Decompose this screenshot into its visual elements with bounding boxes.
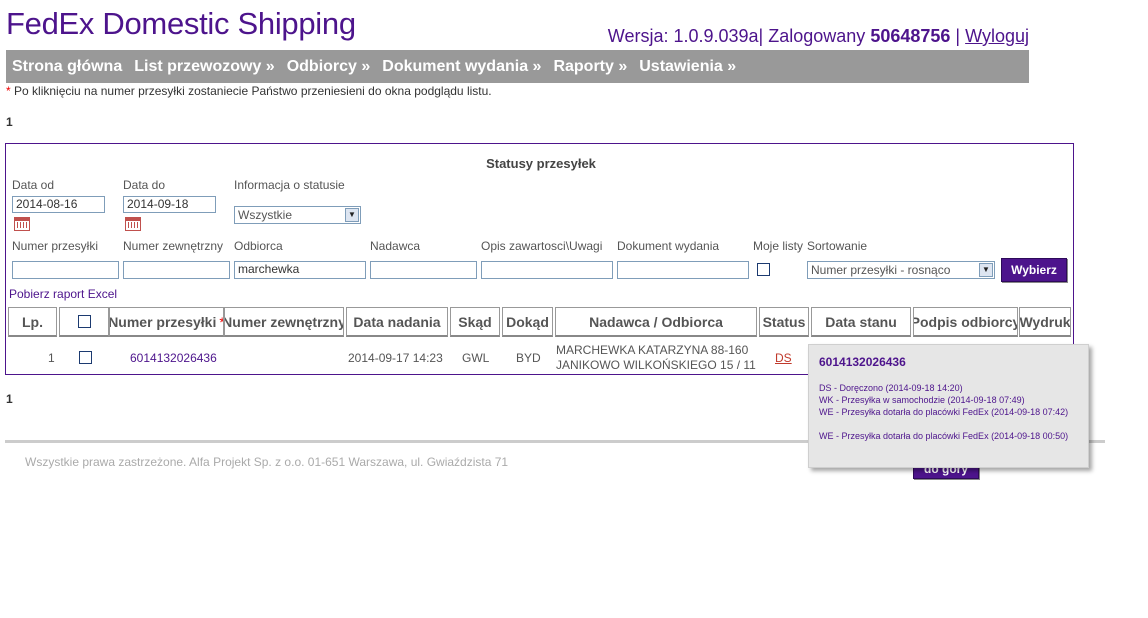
row-send-date: 2014-09-17 14:23 — [348, 351, 443, 365]
tooltip-entry: WK - Przesyłka w samochodzie (2014-09-18… — [819, 395, 1025, 405]
col-parcel-number[interactable]: Numer przesyłki* — [109, 307, 224, 337]
col-print: Wydruk — [1019, 307, 1071, 337]
col-parcel-number-label: Numer przesyłki — [109, 313, 217, 330]
row-parcel-number-link[interactable]: 6014132026436 — [130, 351, 217, 365]
row-party-line1: MARCHEWKA KATARZYNA 88-160 — [556, 343, 749, 357]
nav-reports[interactable]: Raporty » — [553, 58, 627, 76]
app-title: FedEx Domestic Shipping — [6, 6, 356, 41]
recipient-input[interactable]: marchewka — [234, 261, 366, 279]
col-lp-label: Lp. — [22, 313, 43, 330]
parcel-number-input[interactable] — [12, 261, 119, 279]
row-lp: 1 — [48, 351, 55, 365]
nav-recipients[interactable]: Odbiorcy » — [287, 58, 371, 76]
col-sender-recipient: Nadawca / Odbiorca — [555, 307, 757, 337]
footer-copyright: Wszystkie prawa zastrzeżone. Alfa Projek… — [25, 455, 509, 469]
document-input[interactable] — [617, 261, 749, 279]
nav-waybill[interactable]: List przewozowy » — [134, 58, 274, 76]
recipient-label: Odbiorca — [234, 239, 283, 253]
note-star: * — [6, 84, 11, 98]
tooltip-entry: WE - Przesyłka dotarła do placówki FedEx… — [819, 431, 1069, 441]
col-to-label: Dokąd — [506, 313, 549, 330]
col-external-number-label: Numer zewnętrzny — [224, 313, 344, 330]
status-select-value: Wszystkie — [238, 208, 292, 222]
row-to: BYD — [516, 351, 541, 365]
col-status-date-label: Data stanu — [825, 313, 897, 330]
col-status-label: Status — [762, 313, 806, 330]
sort-select-value: Numer przesyłki - rosnąco — [811, 263, 951, 277]
main-nav: Strona główna List przewozowy » Odbiorcy… — [6, 50, 1029, 83]
status-panel: Statusy przesyłek Data od 2014-08-16 Dat… — [5, 143, 1074, 375]
user-id: 50648756 — [870, 26, 951, 46]
sort-select[interactable]: Numer przesyłki - rosnąco ▼ — [807, 261, 995, 279]
col-lp: Lp. — [8, 307, 57, 337]
content-label: Opis zawartosci\Uwagi — [481, 239, 603, 253]
date-to-input[interactable]: 2014-09-18 — [123, 196, 216, 213]
calendar-icon[interactable] — [14, 217, 30, 231]
nav-release-document[interactable]: Dokument wydania » — [382, 58, 541, 76]
submit-button[interactable]: Wybierz — [1001, 258, 1067, 282]
col-send-date-label: Data nadania — [353, 313, 441, 330]
select-all-checkbox[interactable] — [77, 315, 91, 328]
status-select[interactable]: Wszystkie ▼ — [234, 206, 361, 224]
separator: | — [955, 26, 961, 46]
col-to: Dokąd — [502, 307, 553, 337]
note-text: Po kliknięciu na numer przesyłki zostani… — [14, 84, 492, 98]
chevron-down-icon[interactable]: ▼ — [345, 208, 359, 222]
document-label: Dokument wydania — [617, 239, 720, 253]
row-checkbox[interactable] — [79, 351, 92, 364]
chevron-down-icon[interactable]: ▼ — [979, 263, 993, 277]
sender-label: Nadawca — [370, 239, 421, 253]
col-select — [59, 307, 109, 337]
col-status: Status — [759, 307, 809, 337]
col-signature: Podpis odbiorcy — [913, 307, 1018, 337]
col-status-date: Data stanu — [811, 307, 911, 337]
pagination-bottom[interactable]: 1 — [6, 392, 13, 406]
calendar-icon[interactable] — [125, 217, 141, 231]
info-note: * Po kliknięciu na numer przesyłki zosta… — [6, 84, 492, 98]
content-input[interactable] — [481, 261, 613, 279]
col-print-label: Wydruk — [1019, 313, 1071, 330]
date-to-label: Data do — [123, 178, 166, 192]
parcel-number-label: Numer przesyłki — [12, 239, 99, 253]
tooltip-entry: DS - Doręczono (2014-09-18 14:20) — [819, 383, 963, 393]
excel-report-link[interactable]: Pobierz raport Excel — [9, 287, 117, 301]
tooltip-title: 6014132026436 — [819, 355, 906, 369]
tooltip-entry: WE - Przesyłka dotarła do placówki FedEx… — [819, 407, 1069, 417]
version-label: Wersja: 1.0.9.039a| — [607, 26, 764, 46]
col-from-label: Skąd — [458, 313, 492, 330]
user-info: Wersja: 1.0.9.039a| Zalogowany 50648756 … — [608, 26, 1029, 47]
nav-home[interactable]: Strona główna — [12, 58, 122, 76]
date-from-input[interactable]: 2014-08-16 — [12, 196, 105, 213]
pagination-top[interactable]: 1 — [6, 115, 13, 129]
col-send-date: Data nadania — [346, 307, 448, 337]
col-signature-label: Podpis odbiorcy — [913, 313, 1018, 330]
logout-link[interactable]: Wyloguj — [965, 26, 1029, 46]
date-from-label: Data od — [12, 178, 55, 192]
row-from: GWL — [462, 351, 490, 365]
status-info-label: Informacja o statusie — [234, 178, 345, 192]
sender-input[interactable] — [370, 261, 477, 279]
row-status-link[interactable]: DS — [775, 351, 792, 365]
col-sender-recipient-label: Nadawca / Odbiorca — [589, 313, 723, 330]
nav-settings[interactable]: Ustawienia » — [639, 58, 736, 76]
panel-title: Statusy przesyłek — [486, 156, 596, 171]
col-external-number: Numer zewnętrzny — [224, 307, 344, 337]
status-tooltip: 6014132026436 DS - Doręczono (2014-09-18… — [808, 344, 1089, 468]
my-lists-label: Moje listy — [753, 239, 804, 253]
external-number-input[interactable] — [123, 261, 230, 279]
my-lists-checkbox[interactable] — [757, 263, 770, 276]
external-number-label: Numer zewnętrzny — [123, 239, 224, 253]
sort-label: Sortowanie — [807, 239, 868, 253]
logged-label: Zalogowany — [768, 26, 866, 46]
row-party-line2: JANIKOWO WILKOŃSKIEGO 15 / 11 — [556, 358, 756, 372]
col-from: Skąd — [450, 307, 500, 337]
